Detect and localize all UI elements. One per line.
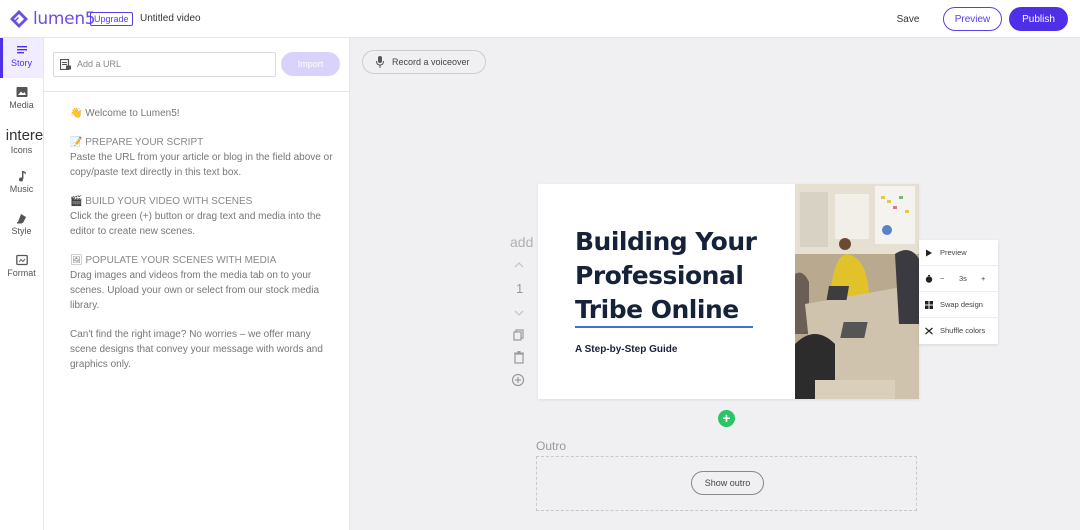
duration-plus-button[interactable]: +: [981, 266, 985, 292]
populate-heading: 🖼 POPULATE YOUR SCENES WITH MEDIA: [70, 255, 277, 266]
left-rail: Story Media intere Icons Music Style For…: [0, 38, 44, 530]
rail-item-music[interactable]: Music: [0, 164, 43, 204]
rail-item-icons[interactable]: intere Icons: [0, 122, 44, 162]
move-down-icon[interactable]: [512, 306, 526, 320]
prepare-body: Paste the URL from your article or blog …: [70, 152, 333, 178]
image-icon: [16, 87, 27, 97]
format-icon: [15, 254, 28, 266]
add-circle-icon[interactable]: [511, 373, 525, 387]
title-underline: [575, 326, 753, 328]
scene-options-popover: Preview − 3s + Swap design Shuffle color…: [919, 240, 998, 344]
build-heading: 🎬 BUILD YOUR VIDEO WITH SCENES: [70, 196, 253, 207]
populate-block: 🖼 POPULATE YOUR SCENES WITH MEDIA Drag im…: [70, 253, 340, 313]
scene-canvas: Record a voiceover add 1 Building Your P…: [350, 38, 1080, 530]
record-voiceover-label: Record a voiceover: [392, 57, 470, 67]
paint-icon: [16, 214, 26, 224]
url-input[interactable]: Add a URL: [53, 52, 276, 77]
rail-label-media: Media: [9, 100, 34, 110]
popover-shuffle-colors[interactable]: Shuffle colors: [919, 318, 998, 344]
slide-title[interactable]: Building Your Professional Tribe Online: [575, 225, 757, 327]
music-note-icon: [18, 171, 26, 182]
trash-icon[interactable]: [512, 350, 526, 364]
story-icon: [16, 46, 27, 54]
slide-title-line-1: Building Your: [575, 227, 757, 256]
duration-minus-button[interactable]: −: [940, 266, 944, 292]
outro-label: Outro: [536, 439, 567, 453]
import-button[interactable]: Import: [281, 52, 340, 76]
duration-value: 3s: [959, 274, 967, 283]
swap-design-label: Swap design: [940, 300, 983, 309]
rail-label-story: Story: [10, 58, 32, 68]
welcome-line: 👋 Welcome to Lumen5!: [70, 108, 180, 119]
rail-item-media[interactable]: Media: [0, 80, 43, 120]
rail-label-style: Style: [11, 226, 32, 236]
build-block: 🎬 BUILD YOUR VIDEO WITH SCENES Click the …: [70, 194, 340, 239]
microphone-icon: [376, 56, 384, 68]
rail-item-story[interactable]: Story: [0, 38, 43, 78]
story-panel: Add a URL Import 👋 Welcome to Lumen5! 📝 …: [44, 38, 350, 530]
populate-body: Drag images and videos from the media ta…: [70, 270, 319, 311]
popover-preview-label: Preview: [940, 248, 967, 257]
rail-label-format: Format: [7, 268, 36, 278]
outro-dropzone: Show outro: [536, 456, 917, 511]
link-doc-icon: [60, 59, 71, 70]
rail-item-format[interactable]: Format: [0, 248, 43, 288]
scene-number: 1: [516, 281, 524, 296]
lumen5-logo-icon: [10, 10, 28, 28]
popover-duration: − 3s +: [919, 266, 998, 292]
url-placeholder: Add a URL: [77, 59, 122, 69]
timer-icon: [925, 275, 933, 283]
shuffle-icon: [925, 327, 933, 335]
script-textbox[interactable]: 👋 Welcome to Lumen5! 📝 PREPARE YOUR SCRI…: [70, 106, 340, 386]
show-outro-button[interactable]: Show outro: [691, 471, 764, 495]
video-title[interactable]: Untitled video: [140, 13, 201, 24]
add-scene-button[interactable]: +: [718, 410, 735, 427]
office-meeting-photo[interactable]: [795, 184, 919, 399]
slide-subtitle[interactable]: A Step-by-Step Guide: [575, 344, 677, 355]
prepare-block: 📝 PREPARE YOUR SCRIPT Paste the URL from …: [70, 135, 340, 180]
top-bar: lumen5 Upgrade Untitled video Save Previ…: [0, 0, 1080, 38]
move-up-icon[interactable]: [512, 258, 526, 272]
icons-icon: intere: [5, 127, 44, 144]
prepare-heading: 📝 PREPARE YOUR SCRIPT: [70, 137, 204, 148]
play-icon: [926, 249, 932, 257]
add-label: add: [510, 234, 534, 250]
preview-button[interactable]: Preview: [943, 7, 1002, 31]
rail-item-style[interactable]: Style: [0, 206, 43, 246]
closing-paragraph: Can't find the right image? No worries –…: [70, 329, 323, 370]
duplicate-icon[interactable]: [512, 328, 526, 342]
build-body: Click the green (+) button or drag text …: [70, 211, 321, 237]
shuffle-colors-label: Shuffle colors: [940, 326, 986, 335]
record-voiceover-button[interactable]: Record a voiceover: [362, 50, 486, 74]
logo[interactable]: lumen5: [9, 9, 96, 29]
swap-design-icon: [925, 301, 933, 309]
rail-label-icons: Icons: [10, 145, 33, 155]
url-import-row: Add a URL Import: [44, 38, 350, 92]
save-button[interactable]: Save: [886, 8, 930, 30]
publish-button[interactable]: Publish: [1009, 7, 1068, 31]
popover-swap-design[interactable]: Swap design: [919, 292, 998, 318]
popover-preview[interactable]: Preview: [919, 240, 998, 266]
slide-title-line-2: Professional: [575, 261, 744, 290]
scene-slide[interactable]: Building Your Professional Tribe Online …: [538, 184, 919, 399]
rail-label-music: Music: [9, 184, 34, 194]
upgrade-badge[interactable]: Upgrade: [90, 12, 133, 26]
logo-text: lumen5: [33, 9, 96, 29]
slide-title-line-3: Tribe Online: [575, 295, 739, 324]
